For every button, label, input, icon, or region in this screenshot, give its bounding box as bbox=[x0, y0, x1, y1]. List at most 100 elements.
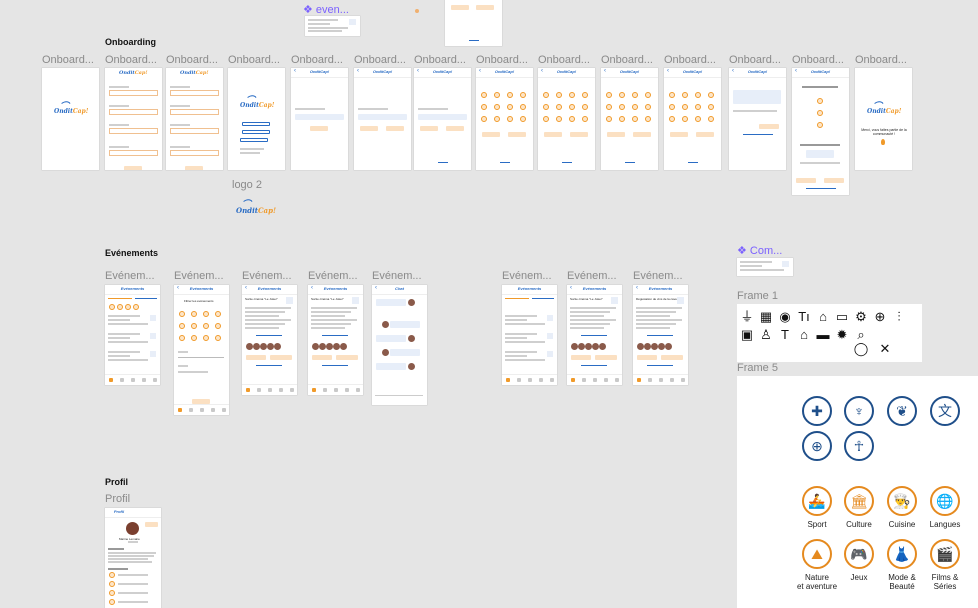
onboarding-frame-label[interactable]: Onboard... bbox=[792, 54, 844, 66]
evenements-screen-1[interactable]: Evénements bbox=[105, 285, 160, 385]
onboarding-screen-12[interactable]: ‹ OnditCap! bbox=[729, 68, 786, 170]
profil-screen[interactable]: Profil Marine Lemaire bbox=[105, 508, 161, 608]
onboarding-top-partial-screen[interactable] bbox=[445, 0, 502, 46]
translate-icon: 文 bbox=[930, 396, 960, 426]
calendar-check-icon: ▣ bbox=[740, 327, 754, 342]
evenements-screen-5[interactable]: ‹ Chat bbox=[372, 285, 427, 405]
onboarding-screen-7[interactable]: ‹ OnditCap! bbox=[414, 68, 471, 170]
evenements-screen-8[interactable]: ‹ Evénements Dégustation de vins de la cav… bbox=[633, 285, 688, 385]
onboarding-frame-label[interactable]: Onboard... bbox=[601, 54, 653, 66]
app-logo: ⌒ OnditCap! bbox=[54, 102, 88, 115]
onboarding-screen-8[interactable]: ‹ OnditCap! bbox=[476, 68, 533, 170]
onboarding-frame-label[interactable]: Onboard... bbox=[476, 54, 528, 66]
evenements-frame-label[interactable]: Evénem... bbox=[174, 270, 224, 282]
onboarding-screen-4[interactable]: ⌒ OnditCap! bbox=[228, 68, 285, 170]
frame5-label[interactable]: Frame 5 bbox=[737, 362, 778, 374]
onboarding-frame-label[interactable]: Onboard... bbox=[291, 54, 343, 66]
frame5-category-icons[interactable]: ✚ ♆ ❦ 文 ⊕ ☥ 🚣 Sport 🏛 Culture 👨‍🍳 Cuisine 🌐 Langues ⛰ N… bbox=[737, 376, 978, 608]
back-icon[interactable]: ‹ bbox=[667, 68, 669, 74]
back-icon[interactable]: ‹ bbox=[636, 285, 638, 291]
onboarding-screen-5[interactable]: ‹ OnditCap! bbox=[291, 68, 348, 170]
profile-avatar[interactable] bbox=[126, 522, 139, 535]
back-icon[interactable]: ‹ bbox=[795, 68, 797, 74]
onboarding-frame-label[interactable]: Onboard... bbox=[42, 54, 94, 66]
evenements-frame-label[interactable]: Evénem... bbox=[308, 270, 358, 282]
back-icon[interactable]: ‹ bbox=[357, 68, 359, 74]
filter-icon: ⏚ bbox=[740, 309, 754, 324]
evenements-screen-3[interactable]: ‹ Evénements Sortie cinéma "Le Joker" bbox=[242, 285, 297, 395]
mode-icon: 👗 bbox=[887, 539, 917, 569]
gear-icon: ⚙ bbox=[855, 309, 867, 324]
evenements-frame-label[interactable]: Evénem... bbox=[633, 270, 683, 282]
search-icon: ⌕ bbox=[857, 327, 865, 342]
component-label[interactable]: ❖ Com... bbox=[737, 244, 782, 257]
jeux-icon: 🎮 bbox=[844, 539, 874, 569]
header-logo: OnditCap! bbox=[747, 69, 768, 74]
evenements-screen-6[interactable]: Evénements bbox=[502, 285, 557, 385]
evenements-frame-label[interactable]: Evénem... bbox=[502, 270, 552, 282]
app-logo: ⌒ OnditCap! bbox=[240, 96, 274, 109]
back-icon[interactable]: ‹ bbox=[604, 68, 606, 74]
header-title: Evénements bbox=[189, 286, 214, 291]
frame1-icon-set[interactable]: ⏚ ▦ ◉ Tı ⌂ ▭ ⚙ ⊕ ⫶ ▣ ♙ T ⌂ ▬ ✹ ⌕ ◯ ✕ bbox=[737, 304, 922, 362]
events-component-card[interactable] bbox=[305, 16, 360, 36]
evenements-frame-label[interactable]: Evénem... bbox=[567, 270, 617, 282]
app-logo: OnditCap! bbox=[119, 70, 148, 76]
onboarding-frame-label[interactable]: Onboard... bbox=[105, 54, 157, 66]
logo-icon: ⌒ bbox=[246, 96, 256, 106]
tools-icon: ✕ bbox=[879, 341, 891, 356]
events-component-label[interactable]: ❖ even... bbox=[303, 3, 349, 16]
onboarding-screen-9[interactable]: ‹ OnditCap! bbox=[538, 68, 595, 170]
onboarding-frame-label[interactable]: Onboard... bbox=[729, 54, 781, 66]
logo2-frame-label[interactable]: logo 2 bbox=[232, 179, 262, 191]
app-logo: OnditCap! bbox=[180, 70, 209, 76]
header-title: Evénements bbox=[323, 286, 348, 291]
onboarding-screen-11[interactable]: ‹ OnditCap! bbox=[664, 68, 721, 170]
user-icon: ♙ bbox=[760, 327, 772, 342]
onboarding-screen-10[interactable]: ‹ OnditCap! bbox=[601, 68, 658, 170]
onboarding-frame-label[interactable]: Onboard... bbox=[414, 54, 466, 66]
onboarding-frame-label[interactable]: Onboard... bbox=[538, 54, 590, 66]
back-icon[interactable]: ‹ bbox=[541, 68, 543, 74]
profil-frame-label[interactable]: Profil bbox=[105, 493, 130, 505]
evenements-frame-label[interactable]: Evénem... bbox=[372, 270, 422, 282]
evenements-screen-2[interactable]: ‹ Evénements Filtrer les événements bbox=[174, 285, 229, 415]
onboarding-screen-6[interactable]: ‹ OnditCap! bbox=[354, 68, 411, 170]
onboarding-frame-label[interactable]: Onboard... bbox=[228, 54, 280, 66]
back-icon[interactable]: ‹ bbox=[732, 68, 734, 74]
back-icon[interactable]: ‹ bbox=[311, 285, 313, 291]
onboarding-screen-1[interactable]: ⌒ OnditCap! bbox=[42, 68, 99, 170]
onboarding-frame-label[interactable]: Onboard... bbox=[664, 54, 716, 66]
onboarding-frame-label[interactable]: Onboard... bbox=[354, 54, 406, 66]
sliders-icon: ⫶ bbox=[897, 309, 901, 324]
header-logo: OnditCap! bbox=[682, 69, 703, 74]
back-icon[interactable]: ‹ bbox=[570, 285, 572, 291]
evenements-screen-7[interactable]: ‹ Evénements Sortie cinéma "Le Joker" bbox=[567, 285, 622, 385]
back-icon[interactable]: ‹ bbox=[375, 285, 377, 291]
onboarding-screen-14[interactable]: ⌒ OnditCap! Merci, vous faites partie de l… bbox=[855, 68, 912, 170]
back-icon[interactable]: ‹ bbox=[479, 68, 481, 74]
evenements-frame-label[interactable]: Evénem... bbox=[105, 270, 155, 282]
header-title: Evénements bbox=[257, 286, 282, 291]
onboarding-screen-3[interactable]: OnditCap! bbox=[166, 68, 223, 170]
back-icon[interactable]: ‹ bbox=[177, 285, 179, 291]
text-icon: T bbox=[781, 327, 789, 342]
header-logo: OnditCap! bbox=[810, 69, 831, 74]
zoom-in-icon: ⊕ bbox=[874, 309, 886, 324]
event-title: Sortie cinéma "Le Joker" bbox=[311, 297, 344, 301]
text-size-icon: Tı bbox=[798, 309, 810, 324]
evenements-frame-label[interactable]: Evénem... bbox=[242, 270, 292, 282]
evenements-screen-4[interactable]: ‹ Evénements Sortie cinéma "Le Joker" bbox=[308, 285, 363, 395]
back-icon[interactable]: ‹ bbox=[417, 68, 419, 74]
calendar-icon: ▦ bbox=[759, 309, 773, 324]
back-icon[interactable]: ‹ bbox=[245, 285, 247, 291]
sprout-icon: ❦ bbox=[887, 396, 917, 426]
onboarding-screen-2[interactable]: OnditCap! bbox=[105, 68, 162, 170]
onboarding-frame-label[interactable]: Onboard... bbox=[166, 54, 218, 66]
onboarding-frame-label[interactable]: Onboard... bbox=[855, 54, 907, 66]
component-card[interactable] bbox=[737, 258, 793, 276]
frame1-label[interactable]: Frame 1 bbox=[737, 290, 778, 302]
onboarding-screen-13[interactable]: ‹ OnditCap! bbox=[792, 68, 849, 195]
back-icon[interactable]: ‹ bbox=[294, 68, 296, 74]
event-title: Sortie cinéma "Le Joker" bbox=[570, 297, 603, 301]
